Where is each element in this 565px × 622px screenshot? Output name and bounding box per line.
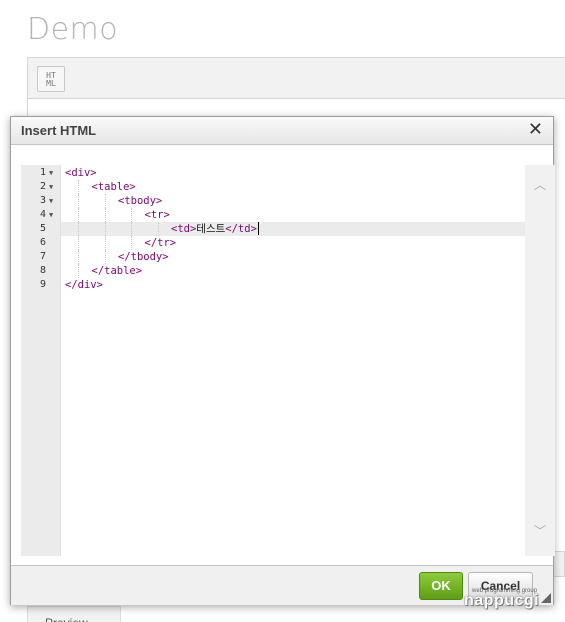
line-number: 6	[39, 237, 46, 248]
code-text: <td>테스트</td>	[171, 223, 257, 235]
code-line[interactable]: 5 <td>테스트</td>	[21, 222, 525, 236]
line-number: 9	[39, 279, 46, 290]
code-text: <table>	[91, 181, 136, 193]
code-text: </div>	[65, 279, 103, 291]
close-icon[interactable]: ✕	[528, 119, 543, 141]
indent-guide	[104, 236, 106, 250]
watermark-name: nappucgi	[464, 592, 540, 609]
text-caret	[258, 222, 259, 235]
chevron-down-icon[interactable]: ▼	[49, 208, 53, 222]
code-line[interactable]: 4 ▼ <tr>	[21, 208, 525, 222]
insert-html-dialog: Insert HTML ✕ 1 ▼ <div> 2 ▼ <table> 3 ▼ <tbody> 4…	[10, 116, 555, 605]
line-highlight	[61, 166, 525, 180]
code-line[interactable]: 8 </table>	[21, 264, 525, 278]
dialog-title: Insert HTML	[21, 123, 97, 138]
code-line[interactable]: 7 </tbody>	[21, 250, 525, 264]
indent-guide	[78, 236, 80, 250]
code-line[interactable]: 9 </div>	[21, 278, 525, 292]
line-number: 3	[39, 195, 46, 206]
watermark-logo: web programming group nappucgi	[464, 588, 564, 618]
code-text: </tbody>	[118, 251, 169, 263]
indent-guide	[131, 222, 133, 236]
indent-guide	[104, 250, 106, 264]
code-line[interactable]: 2 ▼ <table>	[21, 180, 525, 194]
line-number: 1	[39, 167, 46, 178]
code-text: </table>	[91, 265, 143, 277]
code-text: </tr>	[144, 237, 177, 249]
code-line[interactable]: 1 ▼ <div>	[21, 166, 525, 180]
line-highlight	[61, 278, 525, 292]
code-line[interactable]: 6 </tr>	[21, 236, 525, 250]
code-lines[interactable]: 1 ▼ <div> 2 ▼ <table> 3 ▼ <tbody> 4 ▼ <tr> 5 <td>테스트<…	[21, 165, 525, 556]
indent-guide	[78, 264, 80, 278]
indent-guide	[104, 222, 106, 236]
indent-guide	[131, 236, 133, 250]
indent-guide	[78, 222, 80, 236]
chevron-down-icon[interactable]: ▼	[49, 194, 53, 208]
line-number: 8	[39, 265, 46, 276]
indent-guide	[78, 208, 80, 222]
indent-guide	[157, 222, 159, 236]
indent-guide	[131, 208, 133, 222]
code-text: <div>	[65, 167, 97, 179]
indent-guide	[78, 180, 80, 194]
code-line[interactable]: 3 ▼ <tbody>	[21, 194, 525, 208]
ok-button[interactable]: OK	[419, 572, 463, 600]
indent-guide	[104, 194, 106, 208]
line-number: 2	[39, 181, 46, 192]
chevron-down-icon[interactable]: ▼	[49, 180, 53, 194]
line-number: 5	[39, 223, 46, 234]
line-number: 7	[39, 251, 46, 262]
indent-guide	[104, 208, 106, 222]
chevron-down-icon[interactable]: ﹀	[533, 525, 547, 537]
indent-guide	[78, 194, 80, 208]
line-number: 4	[39, 209, 46, 220]
vertical-scrollbar[interactable]: ︿ ﹀	[525, 165, 555, 556]
chevron-down-icon[interactable]: ▼	[49, 166, 53, 180]
code-editor[interactable]: 1 ▼ <div> 2 ▼ <table> 3 ▼ <tbody> 4 ▼ <tr> 5 <td>테스트<…	[21, 165, 555, 556]
code-text: <tbody>	[118, 195, 163, 207]
dialog-header[interactable]: Insert HTML ✕	[11, 117, 553, 145]
code-text: <tr>	[144, 209, 170, 221]
chevron-up-icon[interactable]: ︿	[533, 179, 547, 191]
indent-guide	[78, 250, 80, 264]
